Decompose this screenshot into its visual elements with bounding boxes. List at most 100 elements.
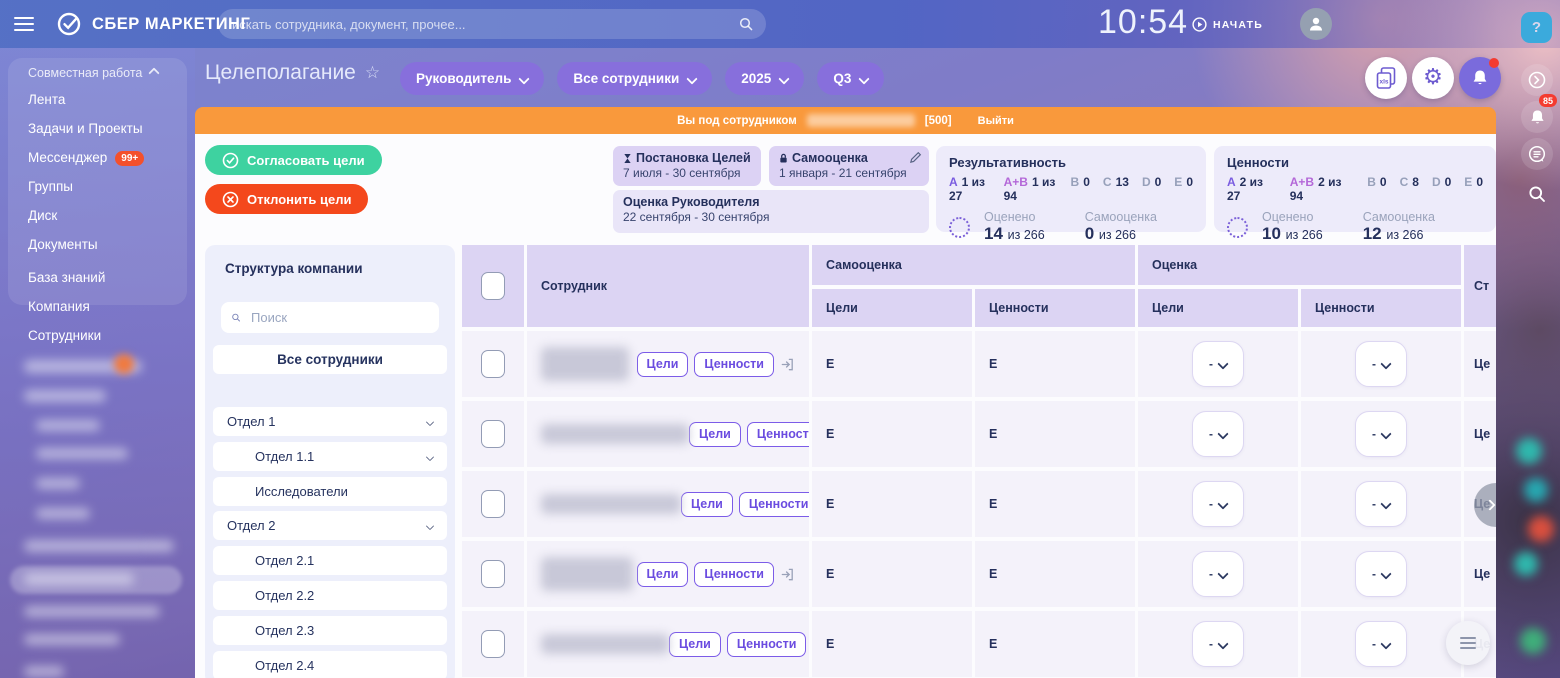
manager-values-dropdown[interactable]: -	[1355, 551, 1407, 597]
rail-notifications-button[interactable]: 85	[1521, 101, 1553, 133]
edit-pencil-icon[interactable]	[909, 151, 922, 169]
manager-goals-dropdown[interactable]: -	[1192, 551, 1244, 597]
banner-exit-button[interactable]: Выйти	[978, 115, 1014, 127]
all-employees-button[interactable]: Все сотрудники	[213, 345, 447, 374]
sidebar-group-collab[interactable]: Совместная работа	[28, 66, 158, 80]
column-header-employee: Сотрудник	[527, 245, 809, 327]
filter-year[interactable]: 2025	[725, 62, 804, 95]
menu-icon[interactable]	[14, 17, 34, 35]
row-checkbox[interactable]	[481, 350, 505, 378]
global-search[interactable]	[218, 9, 766, 39]
manager-goals-dropdown[interactable]: -	[1192, 341, 1244, 387]
sidebar-item-disk[interactable]: Диск	[28, 208, 57, 223]
approve-goals-button[interactable]: Согласовать цели	[205, 145, 382, 175]
self-values-grade: E	[975, 611, 1135, 677]
manager-goals-dropdown[interactable]: -	[1192, 411, 1244, 457]
employee-cell: Цели Ценности	[527, 541, 809, 607]
sber-logo-icon[interactable]	[56, 11, 82, 42]
export-xls-button[interactable]: xls	[1365, 57, 1407, 99]
tree-item-researchers[interactable]: Исследователи	[213, 477, 447, 506]
sidebar-item-company[interactable]: Компания	[28, 299, 90, 314]
select-all-checkbox[interactable]	[481, 272, 505, 300]
row-checkbox[interactable]	[481, 560, 505, 588]
background-blob	[1524, 478, 1548, 502]
goals-button[interactable]: Цели	[637, 352, 689, 377]
chevron-down-icon	[1380, 638, 1391, 649]
topbar: СБЕР МАРКЕТИНГ 10:54 НАЧАТЬ	[0, 0, 1560, 48]
tree-item-dept2-1[interactable]: Отдел 2.1	[213, 546, 447, 575]
goals-button[interactable]: Цели	[669, 632, 721, 657]
impersonation-banner: Вы под сотрудником [500] Выйти	[195, 107, 1496, 134]
filter-role[interactable]: Руководитель	[400, 62, 544, 95]
assistant-icon[interactable]	[1521, 64, 1553, 96]
chevron-down-icon	[1217, 428, 1228, 439]
manager-values-cell: -	[1301, 471, 1461, 537]
status-cell-clipped: Це	[1464, 401, 1496, 467]
background-blob	[1528, 516, 1554, 542]
background-blob	[1516, 438, 1542, 464]
performance-stats-card: Результативность A1 из 27 A+B1 из 94 B0 …	[936, 146, 1206, 232]
notifications-button[interactable]	[1459, 57, 1501, 99]
row-checkbox[interactable]	[481, 630, 505, 658]
tree-item-dept2-4[interactable]: Отдел 2.4	[213, 651, 447, 678]
manager-values-dropdown[interactable]: -	[1355, 341, 1407, 387]
manager-values-dropdown[interactable]: -	[1355, 621, 1407, 667]
rail-search-button[interactable]	[1521, 178, 1553, 210]
impersonate-icon[interactable]	[780, 567, 795, 582]
search-icon[interactable]	[738, 16, 754, 32]
background-blob	[1520, 628, 1546, 654]
start-timer-button[interactable]: НАЧАТЬ	[1192, 17, 1263, 32]
sidebar-item-messenger[interactable]: Мессенджер99+	[28, 150, 144, 166]
impersonate-icon[interactable]	[780, 357, 795, 372]
sidebar-item-documents[interactable]: Документы	[28, 237, 98, 252]
filter-quarter[interactable]: Q3	[817, 62, 884, 95]
filter-employees[interactable]: Все сотрудники	[557, 62, 712, 95]
goals-button[interactable]: Цели	[689, 422, 741, 447]
banner-text: Вы под сотрудником	[677, 115, 797, 127]
sidebar-item-tasks[interactable]: Задачи и Проекты	[28, 121, 143, 136]
chevron-down-icon	[1217, 358, 1228, 369]
rail-chat-button[interactable]	[1521, 138, 1553, 170]
avatar[interactable]	[1300, 8, 1332, 40]
sidebar-item-lenta[interactable]: Лента	[28, 92, 65, 107]
settings-button[interactable]: ⚙	[1412, 57, 1454, 99]
status-cell-clipped: Це	[1464, 541, 1496, 607]
tree-item-dept2-2[interactable]: Отдел 2.2	[213, 581, 447, 610]
row-checkbox-cell	[462, 331, 524, 397]
tree-item-dept2-3[interactable]: Отдел 2.3	[213, 616, 447, 645]
org-search[interactable]	[221, 302, 439, 333]
row-checkbox[interactable]	[481, 490, 505, 518]
employee-cell: Цели Ценности	[527, 611, 809, 677]
manager-values-dropdown[interactable]: -	[1355, 411, 1407, 457]
org-search-input[interactable]	[249, 309, 429, 326]
tree-item-dept1[interactable]: Отдел 1	[213, 407, 447, 436]
column-group-manager: Оценка	[1138, 245, 1461, 285]
decline-goals-button[interactable]: Отклонить цели	[205, 184, 368, 214]
list-settings-fab[interactable]	[1446, 621, 1490, 665]
row-checkbox[interactable]	[481, 420, 505, 448]
clock: 10:54	[1098, 3, 1188, 42]
goals-button[interactable]: Цели	[681, 492, 733, 517]
values-button[interactable]: Ценности	[694, 352, 774, 377]
sidebar-item-groups[interactable]: Группы	[28, 179, 73, 194]
tree-item-dept2[interactable]: Отдел 2	[213, 511, 447, 540]
goals-button[interactable]: Цели	[637, 562, 689, 587]
chat-icon	[1527, 144, 1547, 164]
sidebar-item-knowledge[interactable]: База знаний	[28, 270, 105, 285]
values-button[interactable]: Ценности	[694, 562, 774, 587]
manager-values-dropdown[interactable]: -	[1355, 481, 1407, 527]
lock-icon	[779, 153, 788, 164]
manager-goals-dropdown[interactable]: -	[1192, 481, 1244, 527]
values-button[interactable]: Ценности	[739, 492, 809, 517]
favorite-star-icon[interactable]: ☆	[365, 63, 380, 83]
global-search-input[interactable]	[230, 16, 738, 33]
values-button[interactable]: Ценности	[727, 632, 807, 657]
manager-goals-dropdown[interactable]: -	[1192, 621, 1244, 667]
sidebar-item-employees[interactable]: Сотрудники	[28, 328, 101, 343]
manager-values-cell: -	[1301, 401, 1461, 467]
tree-item-dept1-1[interactable]: Отдел 1.1	[213, 442, 447, 471]
filter-pills: Руководитель Все сотрудники 2025 Q3	[400, 62, 884, 95]
banner-code: [500]	[925, 115, 952, 127]
values-button[interactable]: Ценности	[747, 422, 809, 447]
blurred-employee-name	[541, 424, 689, 444]
